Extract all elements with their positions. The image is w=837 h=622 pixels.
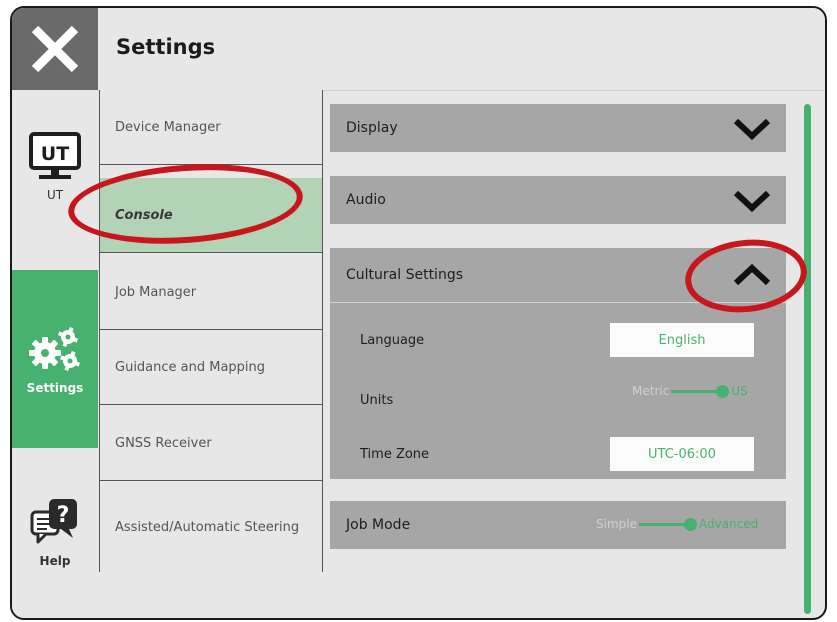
nav-item-help[interactable]: ? Help: [12, 496, 98, 596]
nav-label-ut: UT: [46, 188, 64, 202]
app-frame: Settings UT UT Settings ? Help Device Ma…: [10, 6, 827, 620]
panel-display[interactable]: Display: [330, 104, 786, 152]
menu-item-device-manager[interactable]: Device Manager: [100, 90, 322, 165]
job-mode-toggle-track: [638, 517, 697, 531]
menu-item-assisted-steering[interactable]: Assisted/Automatic Steering: [100, 482, 322, 572]
cultural-settings-body: Language English Units Metric US Time Zo…: [330, 302, 786, 479]
nav-label-help: Help: [39, 554, 71, 568]
nav-item-settings[interactable]: Settings: [12, 270, 98, 448]
menu-label: Assisted/Automatic Steering: [115, 519, 300, 535]
chevron-down-icon: [733, 118, 771, 141]
chevron-up-icon: [733, 263, 771, 286]
panel-title: Job Mode: [346, 517, 411, 533]
page-title: Settings: [116, 35, 216, 59]
panel-title: Display: [346, 120, 398, 136]
language-select[interactable]: English: [610, 323, 754, 357]
settings-menu: Device Manager Console Job Manager Guida…: [99, 90, 323, 572]
language-label: Language: [360, 333, 425, 348]
units-toggle-knob: [716, 384, 730, 398]
close-icon: [31, 25, 79, 73]
menu-label: Job Manager: [115, 284, 197, 300]
svg-text:?: ?: [57, 503, 70, 528]
job-mode-option-advanced: Advanced: [698, 517, 759, 531]
panel-audio[interactable]: Audio: [330, 176, 786, 224]
gears-icon: [29, 326, 81, 372]
job-mode-toggle[interactable]: Simple Advanced: [596, 517, 758, 531]
menu-item-console[interactable]: Console: [100, 178, 322, 253]
units-option-us: US: [731, 384, 748, 398]
panel-title: Audio: [346, 192, 386, 208]
panel-job-mode: Job Mode Simple Advanced: [330, 501, 786, 549]
timezone-label: Time Zone: [360, 447, 430, 462]
menu-item-job-manager[interactable]: Job Manager: [100, 255, 322, 330]
units-toggle-track: [671, 384, 730, 398]
left-nav: UT UT Settings ? Help: [12, 90, 98, 618]
menu-label: Console: [115, 207, 173, 223]
units-label: Units: [360, 393, 394, 408]
chevron-down-icon: [733, 190, 771, 213]
nav-label-settings: Settings: [26, 381, 84, 395]
menu-label: Device Manager: [115, 119, 221, 135]
help-icon: ?: [30, 499, 77, 544]
top-bar: Settings: [12, 8, 825, 91]
job-mode-toggle-knob: [683, 517, 697, 531]
job-mode-option-simple: Simple: [596, 517, 637, 531]
units-option-metric: Metric: [632, 384, 670, 398]
menu-label: Guidance and Mapping: [115, 359, 266, 375]
ut-monitor-icon: UT: [29, 132, 81, 179]
menu-label: GNSS Receiver: [115, 435, 212, 451]
scrollbar[interactable]: [804, 104, 811, 614]
panel-title: Cultural Settings: [346, 267, 463, 283]
nav-item-ut[interactable]: UT UT: [12, 132, 98, 242]
svg-text:UT: UT: [41, 143, 69, 165]
menu-item-gnss-receiver[interactable]: GNSS Receiver: [100, 406, 322, 481]
close-button[interactable]: [12, 8, 98, 90]
menu-item-guidance-mapping[interactable]: Guidance and Mapping: [100, 330, 322, 405]
units-toggle[interactable]: Metric US: [632, 384, 748, 398]
timezone-select[interactable]: UTC-06:00: [610, 437, 754, 471]
panel-cultural-settings[interactable]: Cultural Settings: [330, 248, 786, 302]
settings-content: Display Audio Cultural Settings Language…: [330, 90, 788, 618]
